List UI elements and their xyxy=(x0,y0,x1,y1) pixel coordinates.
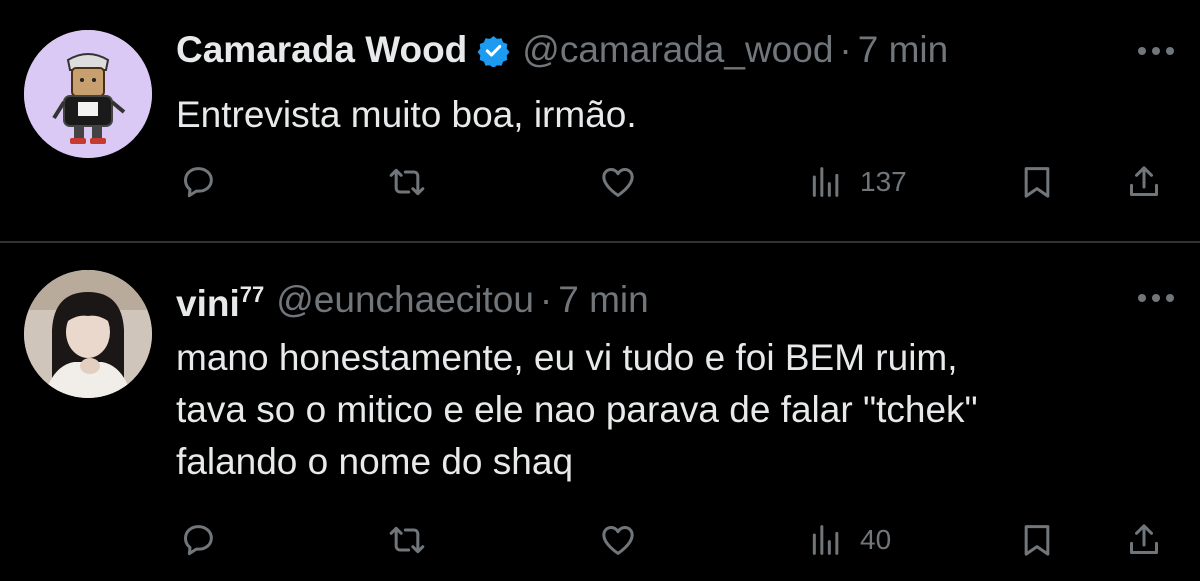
heart-icon xyxy=(602,168,634,197)
timestamp[interactable]: 7 min xyxy=(858,28,948,72)
tweet-card[interactable]: vini77 @eunchaecitou · 7 min mano honest… xyxy=(0,243,1200,581)
action-bar: 137 xyxy=(0,160,1200,204)
retweet-button[interactable] xyxy=(387,160,427,204)
user-handle[interactable]: @camarada_wood xyxy=(522,28,833,72)
verified-badge-icon xyxy=(477,35,510,67)
display-name[interactable]: vini77 xyxy=(176,273,264,326)
person-photo-avatar xyxy=(24,270,152,398)
views-chart-icon xyxy=(812,525,839,555)
tweet-text: mano honestamente, eu vi tudo e foi BEM … xyxy=(176,332,1136,488)
views-count: 40 xyxy=(860,524,892,555)
more-dots-icon[interactable] xyxy=(1136,291,1176,305)
share-button[interactable] xyxy=(1124,518,1164,562)
tweet-text-line: falando o nome do shaq xyxy=(176,441,574,482)
cartoon-character-avatar xyxy=(24,30,152,158)
display-name[interactable]: Camarada Wood xyxy=(176,28,467,72)
separator: · xyxy=(539,278,553,320)
tweet-text: Entrevista muito boa, irmão. xyxy=(176,89,1136,141)
bookmark-icon xyxy=(1024,525,1050,556)
tweet-text-line: mano honestamente, eu vi tudo e foi BEM … xyxy=(176,337,958,378)
views-chart-icon xyxy=(812,167,839,197)
avatar[interactable] xyxy=(24,270,152,398)
retweet-icon xyxy=(389,526,425,554)
bookmark-button[interactable] xyxy=(1017,160,1057,204)
like-button[interactable] xyxy=(598,518,638,562)
heart-icon xyxy=(602,526,634,555)
action-bar: 40 xyxy=(0,518,1200,562)
views-button[interactable]: 40 xyxy=(806,518,891,562)
avatar[interactable] xyxy=(24,30,152,158)
retweet-icon xyxy=(389,168,425,196)
tweet-text-line: Entrevista muito boa, irmão. xyxy=(176,94,637,135)
views-count: 137 xyxy=(860,166,907,197)
like-button[interactable] xyxy=(598,160,638,204)
separator: · xyxy=(839,29,852,70)
bookmark-button[interactable] xyxy=(1017,518,1057,562)
bookmark-icon xyxy=(1024,167,1050,198)
display-name-superscript: 77 xyxy=(239,282,265,307)
share-button[interactable] xyxy=(1124,160,1164,204)
tweet-text-line: tava so o mitico e ele nao parava de fal… xyxy=(176,389,978,430)
tweet-card[interactable]: Camarada Wood @camarada_wood · 7 min Ent… xyxy=(0,0,1200,242)
more-dots-icon[interactable] xyxy=(1136,44,1176,58)
share-icon xyxy=(1130,166,1158,196)
tweet-header: Camarada Wood @camarada_wood · 7 min xyxy=(176,28,948,72)
retweet-button[interactable] xyxy=(387,518,427,562)
reply-icon xyxy=(184,525,213,556)
timestamp[interactable]: 7 min xyxy=(558,278,648,322)
display-name-text: vini xyxy=(176,283,240,324)
reply-button[interactable] xyxy=(178,518,218,562)
user-handle[interactable]: @eunchaecitou xyxy=(276,278,534,322)
share-icon xyxy=(1130,524,1158,554)
tweet-header: vini77 @eunchaecitou · 7 min xyxy=(176,273,649,326)
views-button[interactable]: 137 xyxy=(806,160,907,204)
reply-icon xyxy=(184,167,213,198)
reply-button[interactable] xyxy=(178,160,218,204)
